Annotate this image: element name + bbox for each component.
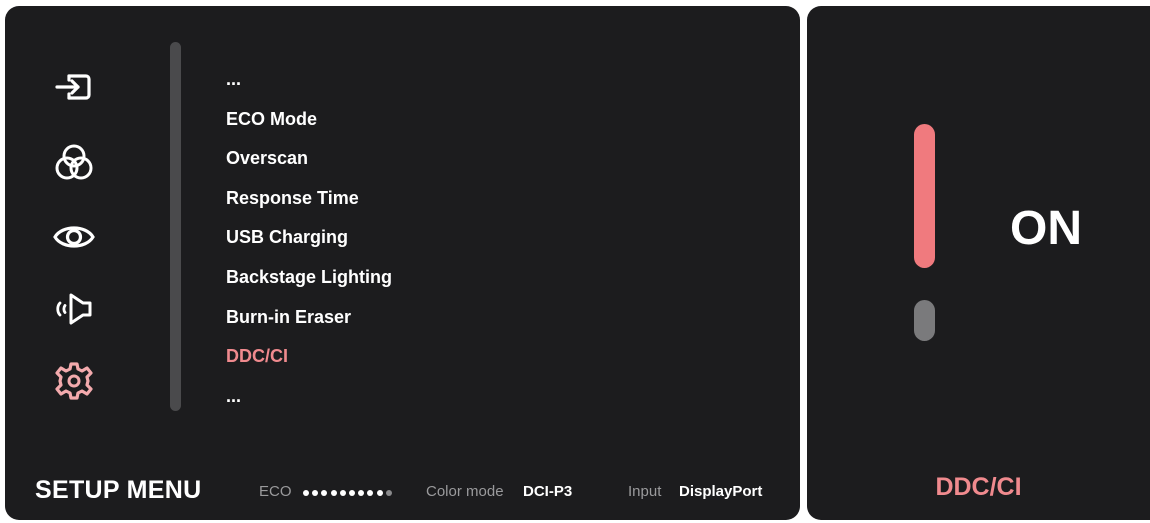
speaker-icon[interactable] [51,286,97,332]
eco-dot [321,490,328,496]
setup-menu-panel: ... ECO Mode Overscan Response Time USB … [5,6,800,520]
menu-scrollbar[interactable] [170,42,181,411]
menu-title: SETUP MENU [35,476,202,504]
eye-icon[interactable] [51,214,97,260]
eco-label: ECO [259,483,292,500]
menu-item-burn-in-eraser[interactable]: Burn-in Eraser [226,298,392,338]
eco-level-indicator [303,490,392,496]
menu-item-usb-charging[interactable]: USB Charging [226,218,392,258]
setting-title: DDC/CI [935,473,1022,501]
menu-item-response-time[interactable]: Response Time [226,179,392,219]
gear-icon[interactable] [51,358,97,404]
eco-dot [376,490,383,496]
setting-value: ON [1010,202,1082,255]
eco-dot [358,490,365,496]
option-on-bar[interactable] [914,124,935,268]
menu-item-eco-mode[interactable]: ECO Mode [226,100,392,140]
input-icon[interactable] [51,64,97,110]
eco-dot [330,490,337,496]
color-mode-value: DCI-P3 [523,483,573,500]
osd-screen: ... ECO Mode Overscan Response Time USB … [0,0,1150,523]
menu-item-overscan[interactable]: Overscan [226,139,392,179]
eco-dot [367,490,374,496]
eco-dot [303,490,309,496]
eco-dot [339,490,346,496]
option-off-bar[interactable] [914,300,935,341]
setting-detail-panel: ON DDC/CI [807,6,1150,520]
eco-dot [348,490,355,496]
color-mode-label: Color mode [426,483,504,500]
menu-item-ddc-ci[interactable]: DDC/CI [226,337,392,377]
menu-item-ellipsis-bottom[interactable]: ... [226,377,392,417]
menu-item-backstage-lighting[interactable]: Backstage Lighting [226,258,392,298]
menu-item-ellipsis-top[interactable]: ... [226,60,392,100]
setup-menu-list: ... ECO Mode Overscan Response Time USB … [226,60,392,416]
color-circles-icon[interactable] [51,140,97,186]
eco-dot [312,490,319,496]
input-label: Input [628,483,662,500]
input-value: DisplayPort [679,483,763,500]
eco-dot [385,490,392,496]
